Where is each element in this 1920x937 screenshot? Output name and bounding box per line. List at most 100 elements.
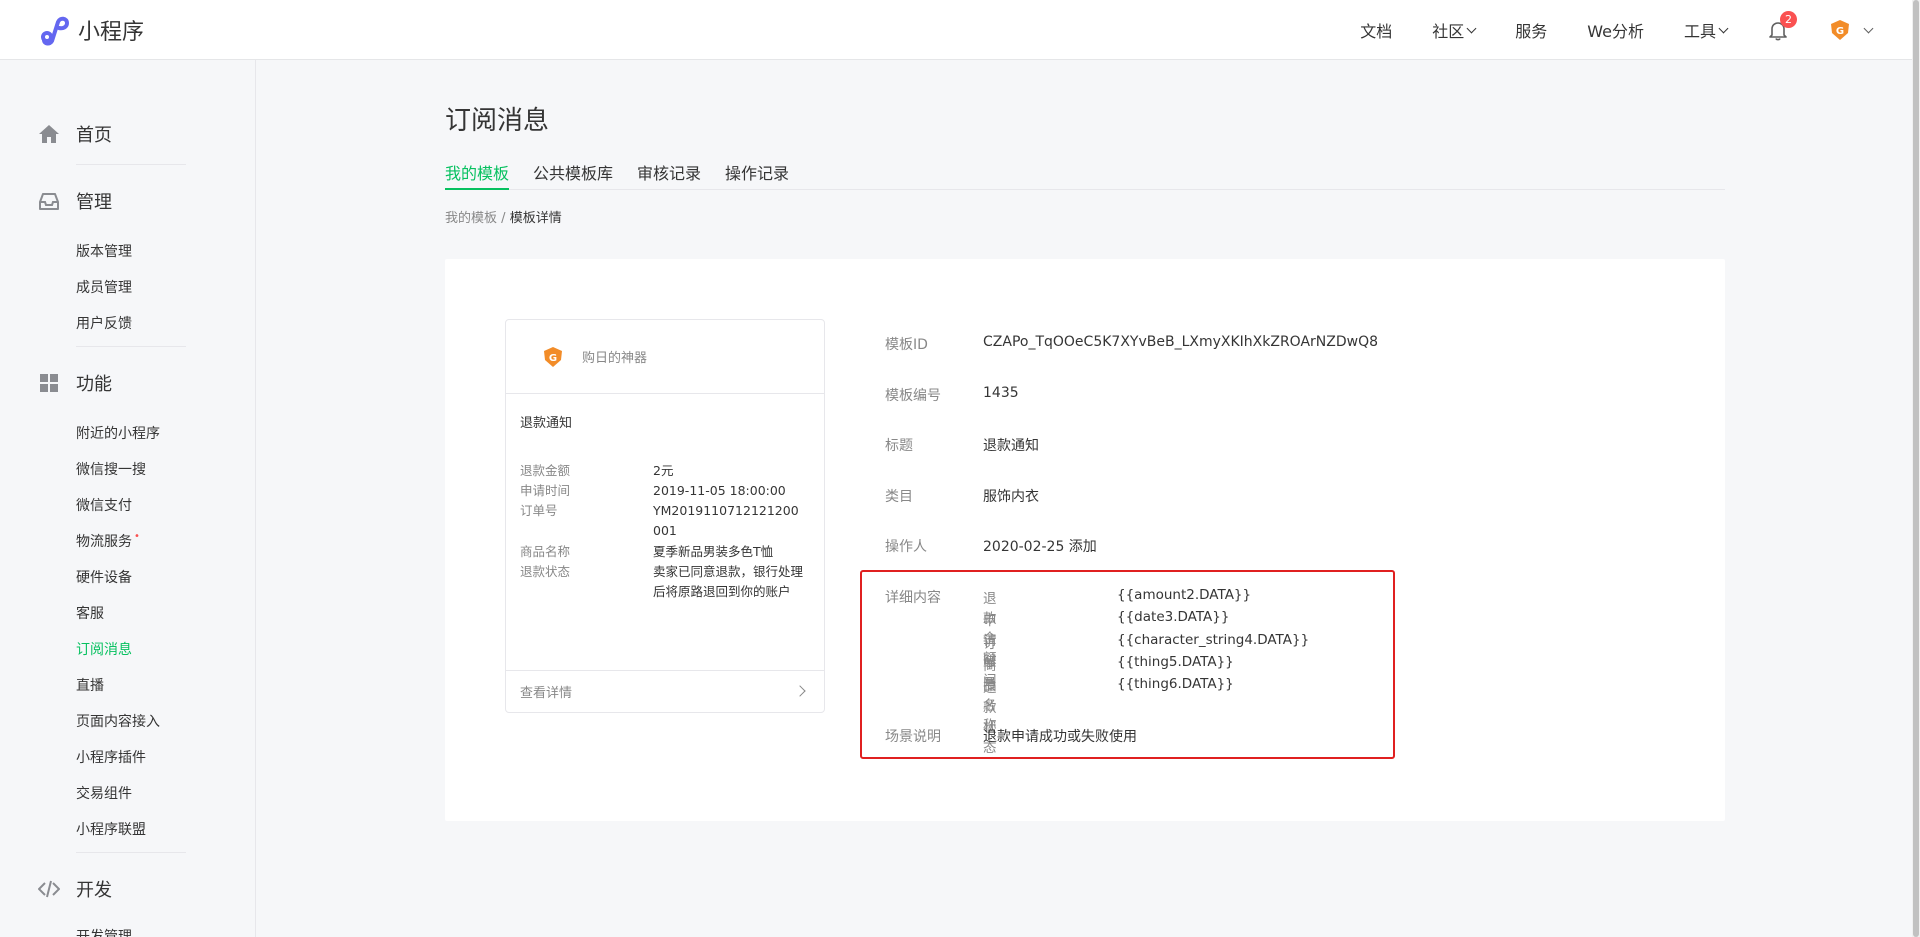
info-label: 标题 <box>885 438 913 454</box>
info-label: 操作人 <box>885 539 927 555</box>
sidebar-item-plugins[interactable]: 小程序插件 <box>76 747 146 767</box>
sidebar-divider <box>76 346 186 347</box>
sidebar-item-live[interactable]: 直播 <box>76 675 104 695</box>
notification-button[interactable]: 2 <box>1767 11 1797 41</box>
sidebar-item-feedback[interactable]: 用户反馈 <box>76 313 132 333</box>
detail-value: {{date3.DATA}} <box>1117 609 1230 625</box>
sidebar: 首页 管理 版本管理 成员管理 用户反馈 功能 附近的小程序 微信搜一搜 微信支… <box>0 60 256 937</box>
nav-services[interactable]: 服务 <box>1515 18 1547 42</box>
top-bar: 小程序 文档 社区 服务 We分析 工具 2 G <box>0 0 1920 60</box>
breadcrumb: 我的模板 / 模板详情 <box>445 207 562 226</box>
detail-value: {{amount2.DATA}} <box>1117 587 1252 603</box>
preview-field-value: 夏季新品男装多色T恤 <box>653 544 774 559</box>
svg-text:G: G <box>1836 26 1844 37</box>
notification-badge: 2 <box>1780 11 1797 28</box>
breadcrumb-current: 模板详情 <box>509 211 562 226</box>
sidebar-group-develop[interactable]: 开发 <box>38 876 112 902</box>
view-details-link[interactable]: 查看详情 <box>506 670 824 712</box>
sidebar-group-label: 管理 <box>76 192 112 213</box>
info-label: 场景说明 <box>885 729 941 745</box>
nav-docs[interactable]: 文档 <box>1360 18 1392 42</box>
info-label: 模板ID <box>885 337 928 353</box>
top-nav: 文档 社区 服务 We分析 工具 2 G <box>1360 0 1920 60</box>
avatar: G <box>1831 20 1849 40</box>
template-id-value: CZAPo_TqOOeC5K7XYvBeB_LXmyXKIhXkZROArNZD… <box>983 334 1378 350</box>
preview-field-key: 订单号 <box>520 503 558 518</box>
tab-bar: 我的模板 公共模板库 审核记录 操作记录 <box>445 160 1725 190</box>
chevron-right-icon <box>794 685 806 697</box>
sidebar-item-members[interactable]: 成员管理 <box>76 277 132 297</box>
sidebar-item-pay[interactable]: 微信支付 <box>76 495 132 515</box>
preview-card-header: G 购日的神器 <box>506 320 824 394</box>
breadcrumb-parent[interactable]: 我的模板 <box>445 211 497 226</box>
title-value: 退款通知 <box>983 438 1039 454</box>
sidebar-item-versions[interactable]: 版本管理 <box>76 241 132 261</box>
sidebar-item-logistics[interactable]: 物流服务 • <box>76 531 140 551</box>
detail-value: {{thing5.DATA}} <box>1117 654 1234 670</box>
message-preview-card: G 购日的神器 退款通知 退款金额 2元 申请时间 2019-11-05 18:… <box>505 319 825 713</box>
sidebar-item-union[interactable]: 小程序联盟 <box>76 819 146 839</box>
chevron-down-icon <box>1863 23 1874 33</box>
scrollbar-thumb[interactable] <box>1913 0 1919 937</box>
mini-program-logo-icon <box>41 16 70 46</box>
sidebar-group-manage[interactable]: 管理 <box>38 188 112 214</box>
grid-icon <box>40 374 58 392</box>
code-icon <box>38 880 60 898</box>
operator-value: 2020-02-25 添加 <box>983 539 1097 555</box>
chevron-down-icon <box>1466 23 1477 33</box>
app-avatar: G <box>544 346 562 367</box>
home-icon <box>39 125 59 143</box>
nav-tools-label: 工具 <box>1683 22 1716 41</box>
sidebar-group-home[interactable]: 首页 <box>38 121 112 147</box>
sidebar-item-dev-manage[interactable]: 开发管理 <box>76 926 132 937</box>
sidebar-group-label: 功能 <box>76 374 112 395</box>
detail-value: {{character_string4.DATA}} <box>1117 632 1310 648</box>
nav-community[interactable]: 社区 <box>1432 18 1477 42</box>
sidebar-item-hardware[interactable]: 硬件设备 <box>76 567 132 587</box>
breadcrumb-separator: / <box>501 211 506 226</box>
page-title: 订阅消息 <box>445 106 550 136</box>
sidebar-divider <box>76 164 186 165</box>
info-label: 类目 <box>885 489 913 505</box>
sidebar-item-nearby[interactable]: 附近的小程序 <box>76 423 160 443</box>
nav-services-label: 服务 <box>1515 22 1548 41</box>
info-label: 模板编号 <box>885 388 941 404</box>
template-detail-panel: G 购日的神器 退款通知 退款金额 2元 申请时间 2019-11-05 18:… <box>445 259 1725 821</box>
new-dot: • <box>134 531 140 542</box>
nav-analytics[interactable]: We分析 <box>1587 18 1644 42</box>
category-value: 服饰内衣 <box>983 489 1039 505</box>
preview-field-key: 退款状态 <box>520 564 571 579</box>
nav-tools[interactable]: 工具 <box>1683 18 1729 42</box>
sidebar-item-subscribe-message[interactable]: 订阅消息 <box>76 639 132 659</box>
account-menu[interactable]: G <box>1829 19 1874 41</box>
preview-app-name: 购日的神器 <box>582 351 648 366</box>
sidebar-item-trade[interactable]: 交易组件 <box>76 783 132 803</box>
template-number-value: 1435 <box>983 385 1019 401</box>
sidebar-item-customer-service[interactable]: 客服 <box>76 603 104 623</box>
chevron-down-icon <box>1718 23 1729 33</box>
nav-community-label: 社区 <box>1432 22 1465 41</box>
sidebar-group-features[interactable]: 功能 <box>38 370 112 396</box>
tab-review-records[interactable]: 审核记录 <box>637 160 701 190</box>
tab-operation-records[interactable]: 操作记录 <box>725 160 789 190</box>
preview-field-key: 退款金额 <box>520 463 571 478</box>
preview-title: 退款通知 <box>520 416 573 431</box>
inbox-icon <box>39 193 59 210</box>
view-details-label: 查看详情 <box>520 686 573 701</box>
sidebar-item-page-content[interactable]: 页面内容接入 <box>76 711 160 731</box>
preview-field-key: 商品名称 <box>520 544 571 559</box>
nav-docs-label: 文档 <box>1360 22 1393 41</box>
sidebar-group-label: 开发 <box>76 880 112 901</box>
preview-field-value: 2019-11-05 18:00:00 <box>653 483 786 498</box>
tab-my-templates[interactable]: 我的模板 <box>445 160 510 190</box>
logo[interactable]: 小程序 <box>38 14 144 46</box>
tab-public-library[interactable]: 公共模板库 <box>533 160 613 190</box>
info-label: 详细内容 <box>885 590 941 606</box>
sidebar-item-search[interactable]: 微信搜一搜 <box>76 459 146 479</box>
preview-field-key: 申请时间 <box>520 483 571 498</box>
page-scrollbar[interactable] <box>1912 0 1920 937</box>
preview-field-value: YM2019110712121200001 <box>653 503 799 538</box>
logo-text: 小程序 <box>78 20 145 45</box>
preview-field-value: 2元 <box>653 463 674 478</box>
sidebar-item-label: 物流服务 <box>76 534 132 550</box>
